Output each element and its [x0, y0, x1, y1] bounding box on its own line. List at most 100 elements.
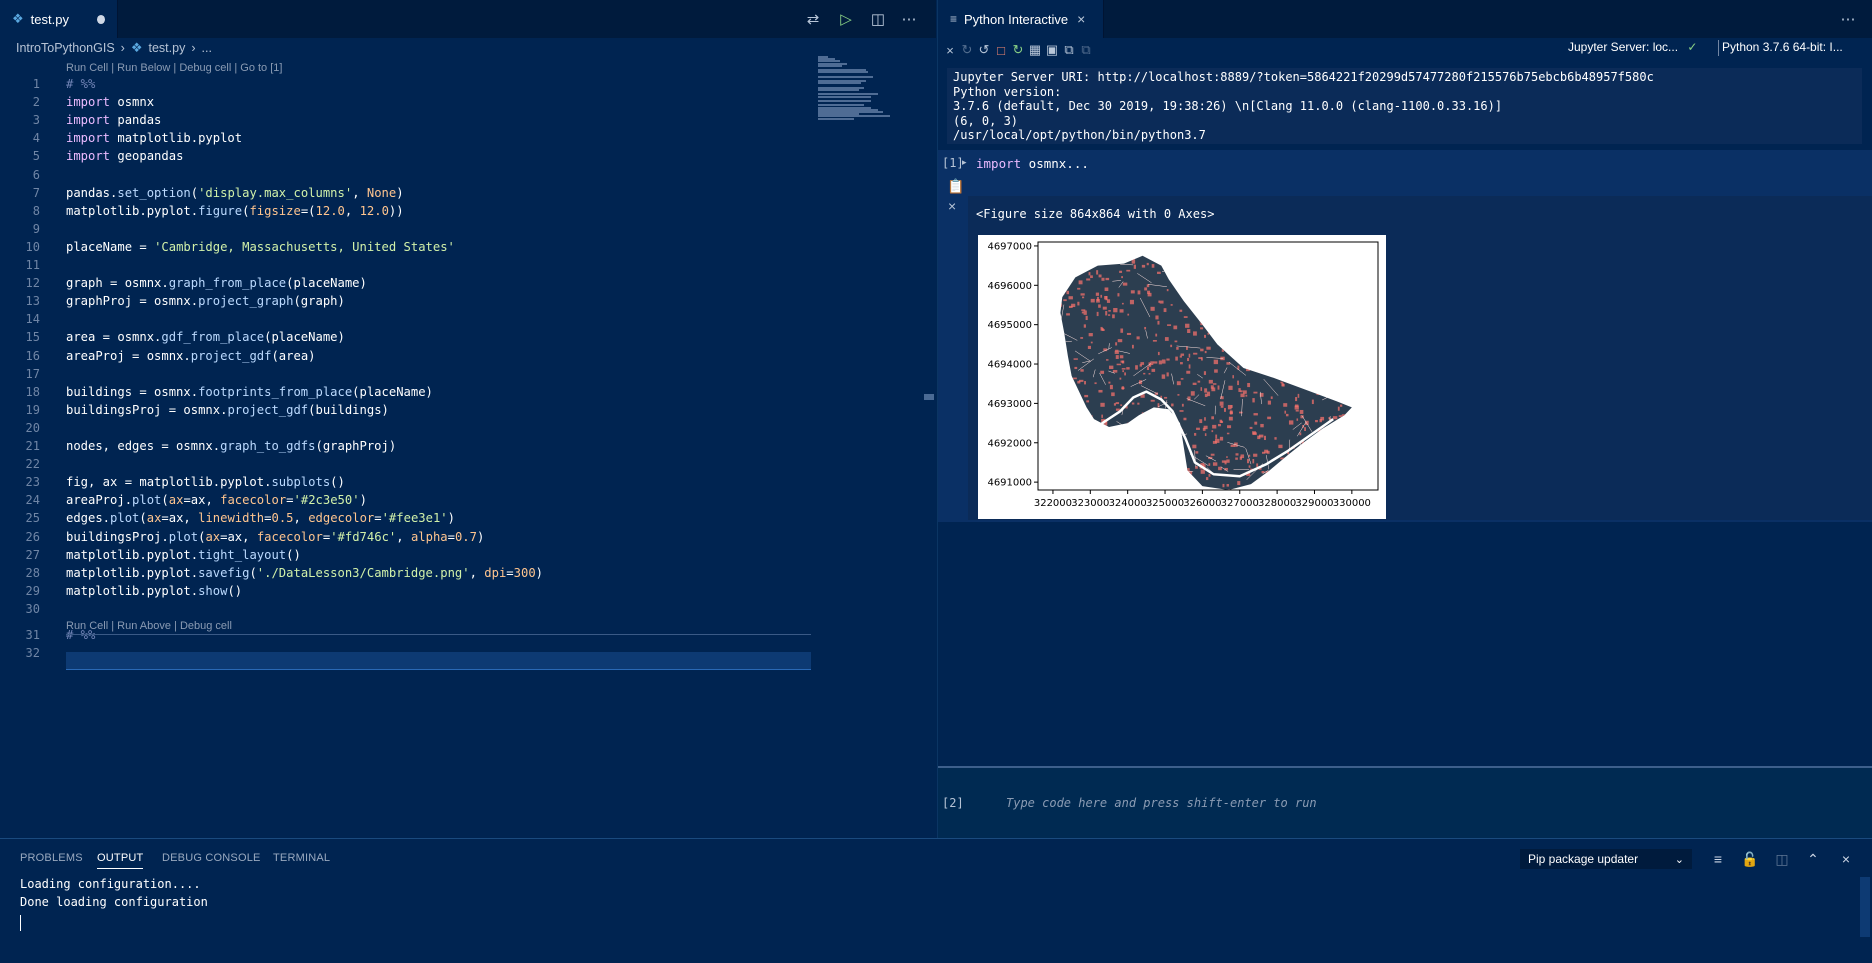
y-tick-label: 4696000: [987, 281, 1032, 292]
more-actions-icon[interactable]: ⋯: [1838, 9, 1858, 29]
maximize-panel-icon[interactable]: ⌃: [1803, 849, 1823, 869]
building-mark: [1200, 348, 1204, 352]
code-line[interactable]: area = osmnx.gdf_from_place(placeName): [66, 330, 345, 344]
building-mark: [1192, 382, 1197, 385]
code-line[interactable]: fig, ax = matplotlib.pyplot.subplots(): [66, 475, 345, 489]
code-lens-cell-2[interactable]: Run Cell | Run Above | Debug cell: [66, 620, 232, 632]
code-line[interactable]: areaProj = osmnx.project_gdf(area): [66, 349, 316, 363]
building-mark: [1217, 423, 1221, 427]
code-line[interactable]: matplotlib.pyplot.savefig('./DataLesson3…: [66, 566, 543, 580]
code-line[interactable]: graph = osmnx.graph_from_place(placeName…: [66, 276, 367, 290]
code-input-placeholder[interactable]: Type code here and press shift-enter to …: [1006, 796, 1317, 810]
minimap-line: [818, 75, 874, 78]
editor-scrollbar-thumb[interactable]: [924, 394, 934, 400]
code-line[interactable]: buildings = osmnx.footprints_from_place(…: [66, 385, 433, 399]
code-line[interactable]: edges.plot(ax=ax, linewidth=0.5, edgecol…: [66, 511, 455, 525]
close-tab-icon[interactable]: ×: [1077, 11, 1085, 27]
tab-terminal[interactable]: TERMINAL: [273, 852, 330, 864]
building-mark: [1213, 359, 1219, 365]
cell-separator: [66, 634, 811, 635]
undo-icon[interactable]: ↺: [976, 42, 992, 58]
tab-output[interactable]: OUTPUT: [97, 852, 144, 869]
building-mark: [1157, 271, 1161, 274]
code-line[interactable]: matplotlib.pyplot.show(): [66, 584, 242, 598]
breadcrumb-file[interactable]: test.py: [149, 41, 186, 55]
building-mark: [1146, 366, 1150, 371]
unsaved-dot-icon[interactable]: [96, 14, 105, 24]
breadcrumb-symbol[interactable]: ...: [202, 41, 212, 55]
clear-all-icon[interactable]: ×: [942, 42, 958, 58]
split-editor-icon[interactable]: ◫: [868, 9, 888, 29]
jupyter-server-status[interactable]: Jupyter Server: loc... ✓: [1568, 40, 1697, 54]
building-mark: [1204, 417, 1206, 421]
code-line[interactable]: placeName = 'Cambridge, Massachusetts, U…: [66, 240, 455, 254]
code-line[interactable]: buildingsProj = osmnx.project_gdf(buildi…: [66, 403, 389, 417]
x-tick-label: 328000: [1258, 498, 1296, 509]
building-mark: [1105, 311, 1108, 316]
building-mark: [1195, 451, 1199, 454]
building-mark: [1096, 270, 1099, 275]
more-actions-icon[interactable]: ⋯: [899, 9, 919, 29]
minimap[interactable]: [818, 56, 922, 126]
clear-output-icon[interactable]: ≡: [1708, 849, 1728, 869]
output-scrollbar[interactable]: [1860, 877, 1870, 937]
code-line[interactable]: # %%: [66, 77, 95, 91]
collapse-icon[interactable]: ⧉: [1078, 42, 1094, 58]
restart-kernel-icon[interactable]: ↻: [1010, 42, 1026, 58]
building-mark: [1180, 362, 1183, 365]
tab-test-py[interactable]: ❖ test.py: [0, 0, 118, 38]
cambridge-map-figure: 322000 323000 324000 325000 326000 327000 3280…: [978, 235, 1386, 519]
chevron-down-icon: ⌄: [1674, 853, 1684, 866]
breadcrumb-folder[interactable]: IntroToPythonGIS: [16, 41, 115, 55]
building-mark: [1170, 304, 1173, 306]
tab-debug-console[interactable]: DEBUG CONSOLE: [162, 852, 261, 864]
building-mark: [1248, 465, 1251, 468]
code-line[interactable]: buildingsProj.plot(ax=ax, facecolor='#fd…: [66, 530, 484, 544]
code-input-area[interactable]: [2] Type code here and press shift-enter…: [938, 768, 1872, 838]
building-mark: [1166, 289, 1169, 292]
building-mark: [1063, 299, 1067, 302]
building-mark: [1096, 311, 1099, 317]
code-line[interactable]: import matplotlib.pyplot: [66, 131, 242, 145]
run-file-icon[interactable]: ▷: [836, 9, 856, 29]
map-plot: 322000 323000 324000 325000 326000 327000 3280…: [987, 241, 1379, 509]
interrupt-kernel-icon[interactable]: □: [993, 42, 1009, 58]
cell-code-preview[interactable]: import osmnx...: [976, 156, 1089, 171]
building-mark: [1212, 440, 1217, 444]
building-mark: [1164, 337, 1169, 341]
building-mark: [1102, 306, 1107, 310]
code-line[interactable]: graphProj = osmnx.project_graph(graph): [66, 294, 345, 308]
code-line[interactable]: areaProj.plot(ax=ax, facecolor='#2c3e50'…: [66, 493, 367, 507]
code-lens-cell-1[interactable]: Run Cell | Run Below | Debug cell | Go t…: [66, 62, 282, 74]
save-icon[interactable]: ▣: [1044, 42, 1060, 58]
code-line[interactable]: matplotlib.pyplot.figure(figsize=(12.0, …: [66, 204, 404, 218]
line-number: 13: [25, 294, 40, 309]
compare-changes-icon[interactable]: ⇄: [803, 9, 823, 29]
export-icon[interactable]: ⧉: [1061, 42, 1077, 58]
code-line[interactable]: matplotlib.pyplot.tight_layout(): [66, 548, 301, 562]
code-line[interactable]: pandas.set_option('display.max_columns',…: [66, 186, 404, 200]
building-mark: [1204, 350, 1207, 354]
code-line[interactable]: import geopandas: [66, 149, 183, 163]
goto-code-icon[interactable]: 📋: [947, 178, 964, 195]
building-mark: [1208, 379, 1213, 384]
code-line[interactable]: nodes, edges = osmnx.graph_to_gdfs(graph…: [66, 439, 396, 453]
tab-python-interactive[interactable]: ≡ Python Interactive ×: [938, 0, 1104, 38]
open-log-icon[interactable]: ◫: [1772, 849, 1792, 869]
building-mark: [1188, 364, 1191, 369]
building-mark: [1117, 293, 1120, 297]
code-line[interactable]: import osmnx: [66, 95, 154, 109]
building-mark: [1239, 456, 1242, 460]
variables-icon[interactable]: ▦: [1027, 42, 1043, 58]
output-channel-select[interactable]: Pip package updater ⌄: [1520, 849, 1692, 869]
close-panel-icon[interactable]: ×: [1836, 849, 1856, 869]
building-mark: [1226, 456, 1228, 458]
editor-scrollbar[interactable]: [924, 56, 934, 836]
delete-cell-icon[interactable]: ×: [948, 198, 956, 214]
redo-icon[interactable]: ↻: [959, 42, 975, 58]
tab-problems[interactable]: PROBLEMS: [20, 852, 83, 864]
code-line[interactable]: import pandas: [66, 113, 161, 127]
lock-scroll-icon[interactable]: 🔓: [1740, 849, 1760, 869]
expand-cell-icon[interactable]: ▸: [962, 157, 967, 168]
kernel-selector[interactable]: Python 3.7.6 64-bit: I...: [1722, 40, 1843, 54]
